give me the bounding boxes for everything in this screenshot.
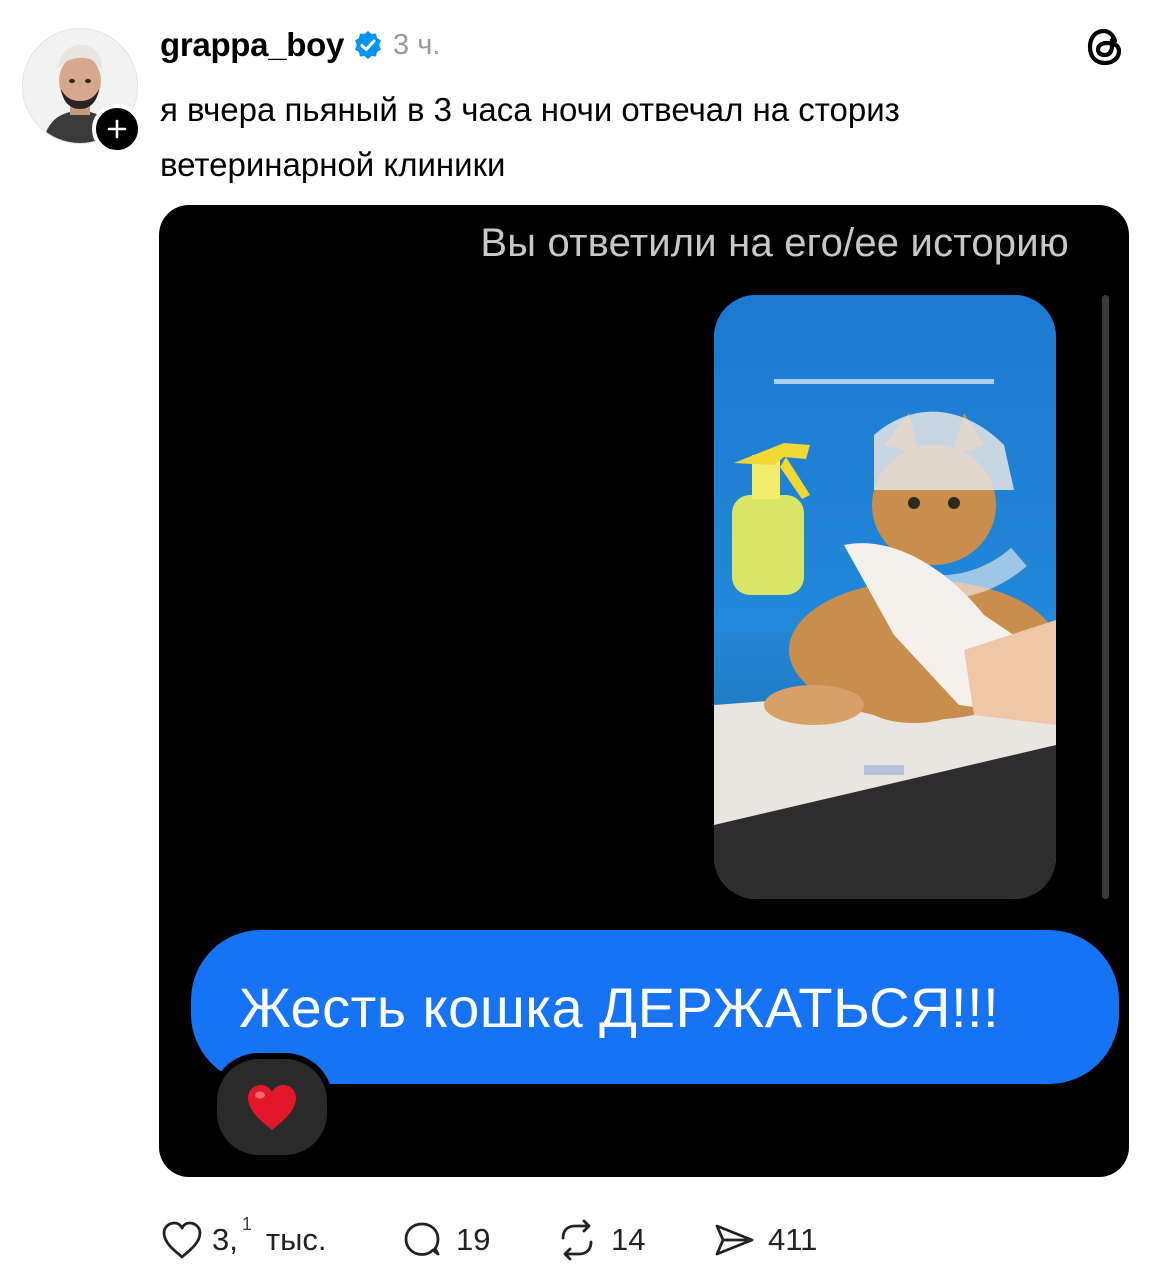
- reply-text: Жесть кошка ДЕРЖАТЬСЯ!!!: [239, 975, 1000, 1039]
- like-button[interactable]: 3, 1 тыс.: [160, 1210, 326, 1270]
- red-heart-icon: [248, 1085, 296, 1130]
- scrollbar[interactable]: [1102, 295, 1109, 899]
- comment-button[interactable]: 19: [400, 1210, 490, 1270]
- like-count-superscript: 1: [241, 1213, 252, 1234]
- plus-icon: [107, 119, 127, 139]
- share-count: 411: [768, 1222, 818, 1257]
- share-button[interactable]: 411: [712, 1210, 817, 1270]
- username[interactable]: grappa_boy: [160, 26, 344, 64]
- story-preview[interactable]: [714, 295, 1056, 899]
- post-media[interactable]: Вы ответили на его/ее историю Жесть кошк…: [159, 205, 1129, 1177]
- post-header: grappa_boy 3 ч.: [160, 22, 440, 68]
- like-count: 3,: [212, 1222, 238, 1257]
- story-preview-image: [714, 295, 1056, 899]
- story-reply-header: Вы ответили на его/ее историю: [480, 221, 1069, 265]
- repost-icon: [561, 1219, 593, 1261]
- verified-badge-icon: [355, 31, 382, 59]
- follow-button[interactable]: [92, 104, 142, 154]
- comment-count: 19: [456, 1222, 491, 1257]
- send-icon: [715, 1224, 754, 1256]
- heart-outline-icon: [162, 1221, 202, 1259]
- like-count-unit: тыс.: [265, 1222, 327, 1257]
- action-bar: 3, 1 тыс. 19 14 411: [160, 1210, 1060, 1270]
- repost-count: 14: [611, 1222, 646, 1257]
- threads-logo-icon[interactable]: [1082, 24, 1128, 70]
- repost-button[interactable]: 14: [555, 1210, 645, 1270]
- heart-reaction[interactable]: [211, 1053, 333, 1161]
- post-text: я вчера пьяный в 3 часа ночи отвечал на …: [160, 91, 900, 183]
- author-avatar-wrap: [22, 28, 142, 154]
- comment-icon: [404, 1222, 440, 1256]
- reply-bubble: Жесть кошка ДЕРЖАТЬСЯ!!!: [191, 930, 1119, 1084]
- post-time: 3 ч.: [393, 28, 441, 61]
